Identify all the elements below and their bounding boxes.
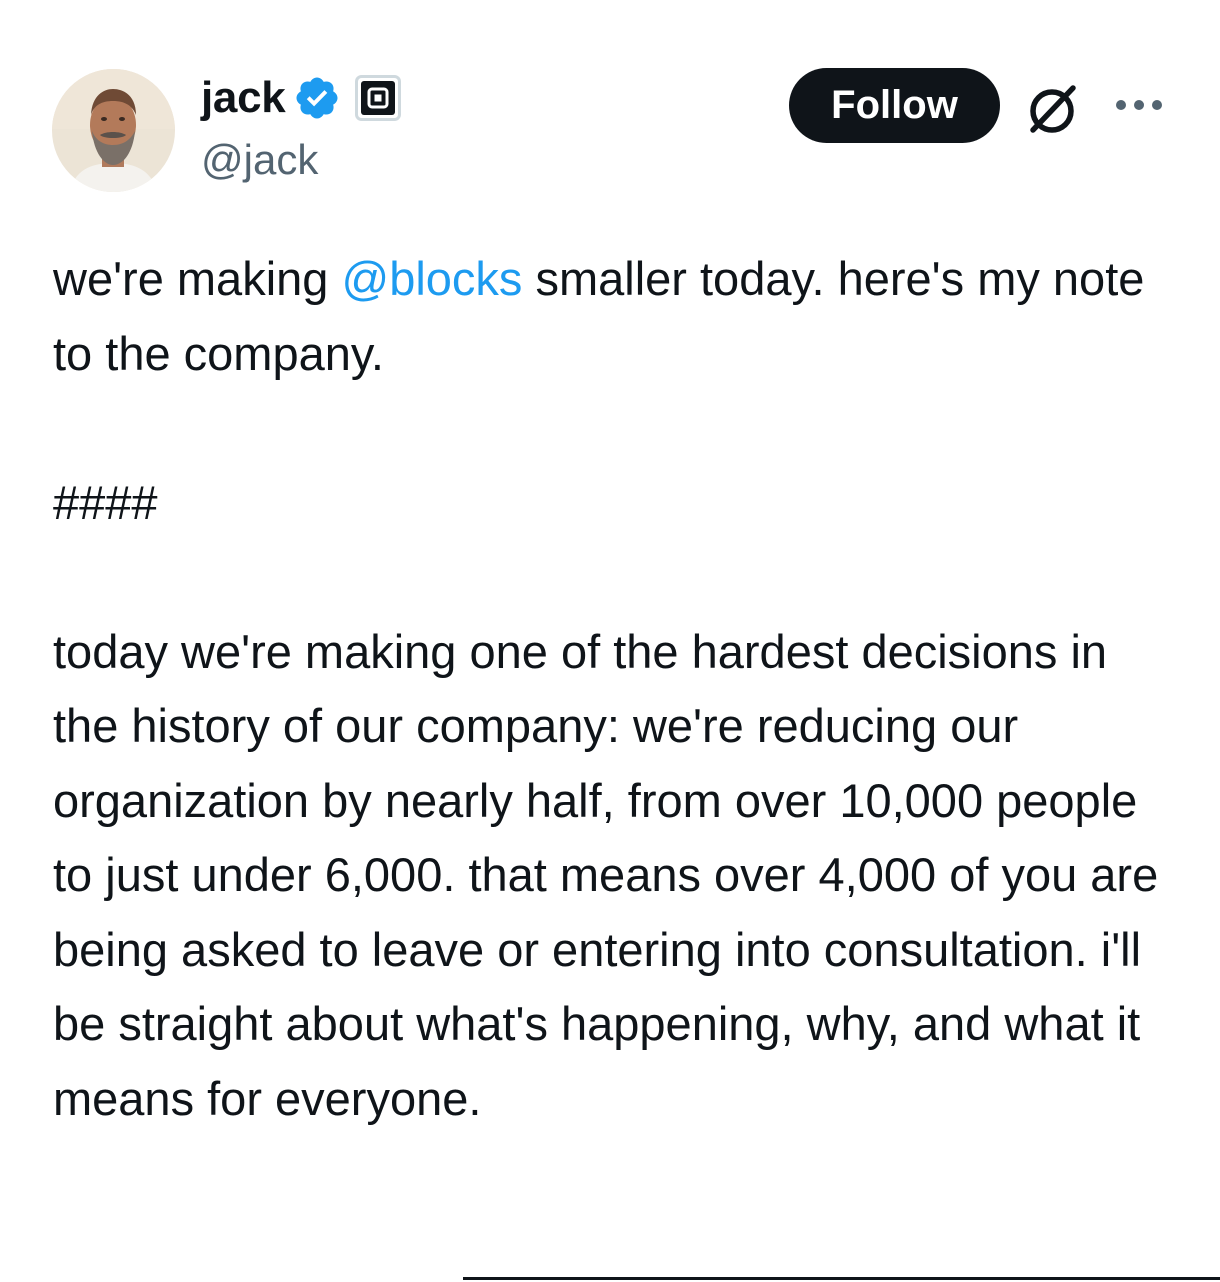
divider (463, 1277, 1220, 1280)
grok-icon[interactable] (1021, 78, 1083, 140)
avatar[interactable] (52, 69, 175, 192)
author-name-row: jack (201, 70, 402, 126)
verified-badge-icon[interactable] (293, 74, 341, 122)
tweet-body: today we're making one of the hardest de… (53, 624, 1172, 1125)
tweet-separator: #### (53, 475, 158, 529)
mention-link[interactable]: @blocks (341, 252, 522, 305)
block-logo-icon[interactable] (355, 75, 402, 121)
author-handle[interactable]: @jack (201, 132, 318, 188)
tweet-intro-text: we're making (53, 252, 342, 305)
more-options-icon[interactable] (1113, 90, 1165, 120)
display-name[interactable]: jack (201, 70, 286, 126)
tweet-text: we're making @blocks smaller today. here… (53, 242, 1183, 1136)
profile-photo (52, 69, 175, 192)
tweet-intro: we're making @blocks smaller today. here… (53, 242, 1183, 391)
follow-button[interactable]: Follow (789, 68, 1000, 143)
